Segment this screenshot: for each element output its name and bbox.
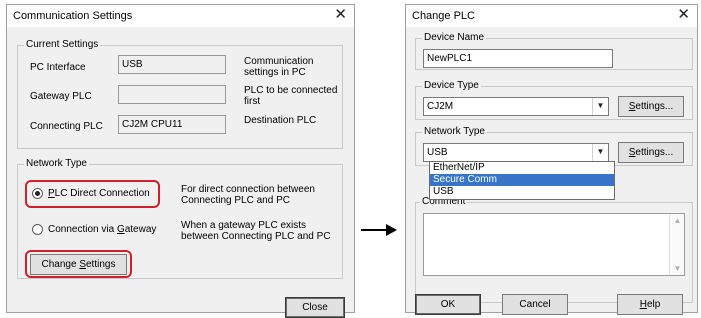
network-settings-button[interactable]: Settings... (618, 142, 684, 163)
pc-interface-label: PC Interface (30, 62, 86, 73)
device-settings-button[interactable]: Settings... (618, 96, 684, 117)
pc-interface-desc: Communication settings in PC (244, 56, 314, 78)
group-label: Current Settings (24, 39, 101, 50)
pc-interface-field: USB (118, 55, 226, 74)
comment-scrollbar[interactable]: ▲ ▼ (669, 214, 684, 275)
change-plc-dialog: Change PLC ✕ Device Name NewPLC1 Device … (405, 4, 698, 315)
network-type-value: USB (427, 147, 448, 158)
direct-connection-radio[interactable] (32, 188, 43, 199)
change-settings-button[interactable]: Change Settings (30, 254, 127, 275)
gateway-connection-desc: When a gateway PLC exists between Connec… (181, 220, 331, 242)
connecting-plc-desc: Destination PLC (244, 115, 317, 126)
dialog-title: Change PLC (412, 10, 475, 22)
close-icon[interactable]: ✕ (334, 7, 347, 23)
help-text: elp (646, 299, 661, 310)
direct-connection-text: LC Direct Connection (54, 188, 150, 199)
gateway-plc-field (118, 85, 226, 104)
dialog-title: Communication Settings (13, 10, 133, 22)
dropdown-option[interactable]: Secure Comm (430, 174, 614, 186)
device-type-value: CJ2M (427, 101, 454, 112)
dialog-body: Current Settings PC Interface USB Commun… (7, 27, 354, 318)
group-label: Device Name (422, 32, 487, 43)
close-icon[interactable]: ✕ (677, 7, 690, 23)
underline-mnemonic: H (639, 299, 647, 310)
gateway-connection-text-2: ateway (124, 224, 157, 235)
gateway-plc-desc: PLC to be connected first (244, 85, 338, 107)
group-label: Network Type (422, 126, 487, 137)
group-label: Network Type (24, 158, 89, 169)
arrow-right-icon (361, 224, 397, 236)
comment-group: Comment ▲ ▼ (415, 196, 693, 303)
network-type-group: Network Type PLC Direct Connection For d… (17, 158, 343, 279)
group-label: Device Type (422, 80, 481, 91)
scroll-up-icon[interactable]: ▲ (670, 216, 685, 225)
title-bar: Change PLC ✕ (406, 5, 697, 27)
close-button[interactable]: Close (285, 297, 345, 318)
underline-mnemonic: G (116, 224, 125, 235)
chevron-down-icon[interactable]: ▼ (592, 144, 608, 161)
dialog-body: Device Name NewPLC1 Device Type CJ2M ▼ S… (406, 27, 697, 315)
change-settings-text: Change (41, 259, 80, 270)
gateway-connection-radio[interactable] (32, 224, 43, 235)
network-type-select[interactable]: USB ▼ (423, 143, 609, 162)
cancel-button[interactable]: Cancel (502, 294, 568, 315)
underline-mnemonic: P (48, 188, 55, 199)
dropdown-option[interactable]: EtherNet/IP (430, 162, 614, 174)
gateway-connection-label[interactable]: Connection via Gateway (48, 224, 156, 235)
title-bar: Communication Settings ✕ (7, 5, 354, 27)
device-name-group: Device Name NewPLC1 (415, 32, 693, 70)
device-type-select[interactable]: CJ2M ▼ (423, 97, 609, 116)
connecting-plc-label: Connecting PLC (30, 121, 103, 132)
direct-connection-label[interactable]: PLC Direct Connection (48, 188, 150, 199)
device-name-input[interactable]: NewPLC1 (423, 49, 613, 68)
device-type-group: Device Type CJ2M ▼ Settings... (415, 80, 693, 120)
underline-mnemonic: S (79, 259, 86, 270)
scroll-down-icon[interactable]: ▼ (670, 264, 685, 273)
network-type-dropdown-list[interactable]: EtherNet/IP Secure Comm USB (429, 161, 615, 200)
comment-textarea[interactable]: ▲ ▼ (423, 213, 685, 276)
settings-text: ettings... (635, 101, 674, 112)
gateway-connection-text: Connection via (48, 224, 117, 235)
communication-settings-dialog: Communication Settings ✕ Current Setting… (6, 4, 355, 318)
direct-connection-desc: For direct connection between Connecting… (181, 184, 315, 206)
ok-button[interactable]: OK (415, 294, 481, 315)
dropdown-option[interactable]: USB (430, 186, 614, 198)
chevron-down-icon[interactable]: ▼ (592, 98, 608, 115)
connecting-plc-field: CJ2M CPU11 (118, 115, 226, 134)
current-settings-group: Current Settings PC Interface USB Commun… (17, 39, 343, 149)
gateway-plc-label: Gateway PLC (30, 91, 92, 102)
change-settings-text-2: ettings (86, 259, 116, 270)
help-button[interactable]: Help (617, 294, 683, 315)
settings-text: ettings... (635, 147, 674, 158)
